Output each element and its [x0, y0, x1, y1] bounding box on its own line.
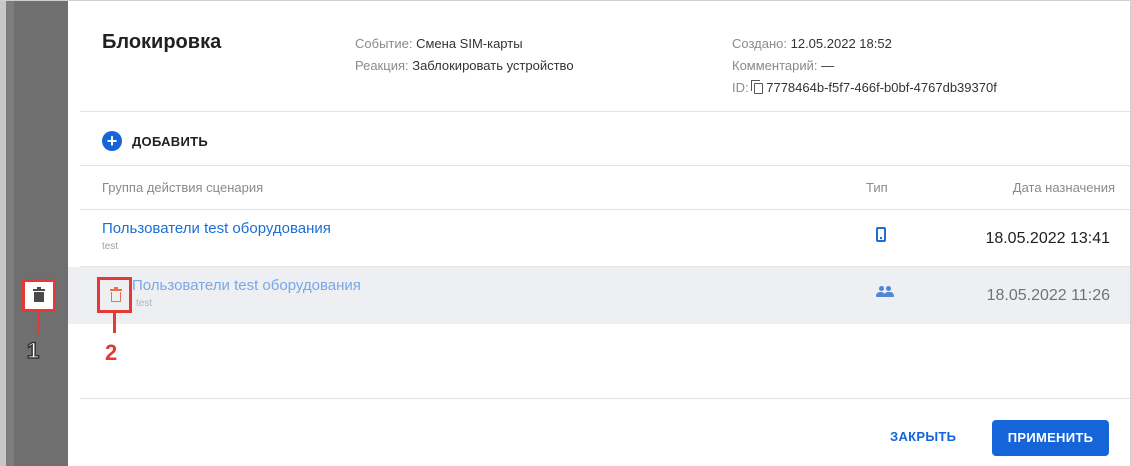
header-divider: [80, 111, 1130, 112]
people-icon: [876, 286, 894, 298]
type-cell: [876, 286, 894, 298]
phone-icon: [876, 227, 886, 242]
annotation-box-2: [97, 277, 132, 313]
reaction-label: Реакция:: [355, 58, 413, 73]
add-button[interactable]: + ДОБАВИТЬ: [102, 131, 208, 151]
plus-circle-icon: +: [102, 131, 122, 151]
add-button-label: ДОБАВИТЬ: [132, 133, 209, 149]
annotation-line-2: [113, 313, 116, 333]
group-subtitle: test: [136, 298, 153, 309]
comment-value: —: [821, 58, 835, 73]
created-meta: Создано: 12.05.2022 18:52 Комментарий: —…: [732, 33, 997, 99]
apply-button[interactable]: ПРИМЕНИТЬ: [992, 420, 1109, 456]
column-header-type[interactable]: Тип: [866, 180, 888, 195]
comment-label: Комментарий:: [732, 58, 822, 73]
event-meta: Событие: Смена SIM-карты Реакция: Заблок…: [355, 33, 574, 77]
reaction-value: Заблокировать устройство: [412, 58, 574, 73]
group-name-link[interactable]: Пользователи test оборудования: [132, 277, 361, 294]
column-header-group[interactable]: Группа действия сценария: [102, 180, 263, 195]
id-label: ID:: [732, 80, 753, 95]
toolbar-divider: [80, 165, 1130, 166]
scenario-dialog: Блокировка Событие: Смена SIM-карты Реак…: [68, 1, 1130, 466]
assign-date: 18.05.2022 13:41: [985, 230, 1110, 247]
column-header-date[interactable]: Дата назначения: [1013, 180, 1115, 195]
type-cell: [876, 227, 886, 242]
dialog-title: Блокировка: [102, 31, 222, 53]
copy-icon[interactable]: [751, 80, 764, 94]
group-subtitle: test: [102, 241, 119, 252]
close-button[interactable]: ЗАКРЫТЬ: [890, 429, 956, 444]
event-label: Событие:: [355, 36, 417, 51]
annotation-number-2: 2: [105, 340, 118, 365]
id-value: 7778464b-f5f7-466f-b0bf-4767db39370f: [766, 80, 997, 95]
created-label: Создано:: [732, 36, 791, 51]
annotation-line-1: [37, 312, 40, 334]
table-row[interactable]: Пользователи test оборудования test 18.0…: [68, 210, 1130, 267]
group-name-link[interactable]: Пользователи test оборудования: [102, 220, 331, 237]
created-value: 12.05.2022 18:52: [790, 36, 892, 51]
annotation-number-1: 1: [26, 337, 40, 364]
event-value: Смена SIM-карты: [416, 36, 523, 51]
footer-divider: [80, 398, 1130, 399]
overlay-backdrop-strip: [6, 0, 68, 466]
table-row[interactable]: Пользователи test оборудования test 18.0…: [68, 267, 1130, 324]
trash-icon[interactable]: [33, 287, 45, 302]
assign-date: 18.05.2022 11:26: [986, 287, 1110, 304]
